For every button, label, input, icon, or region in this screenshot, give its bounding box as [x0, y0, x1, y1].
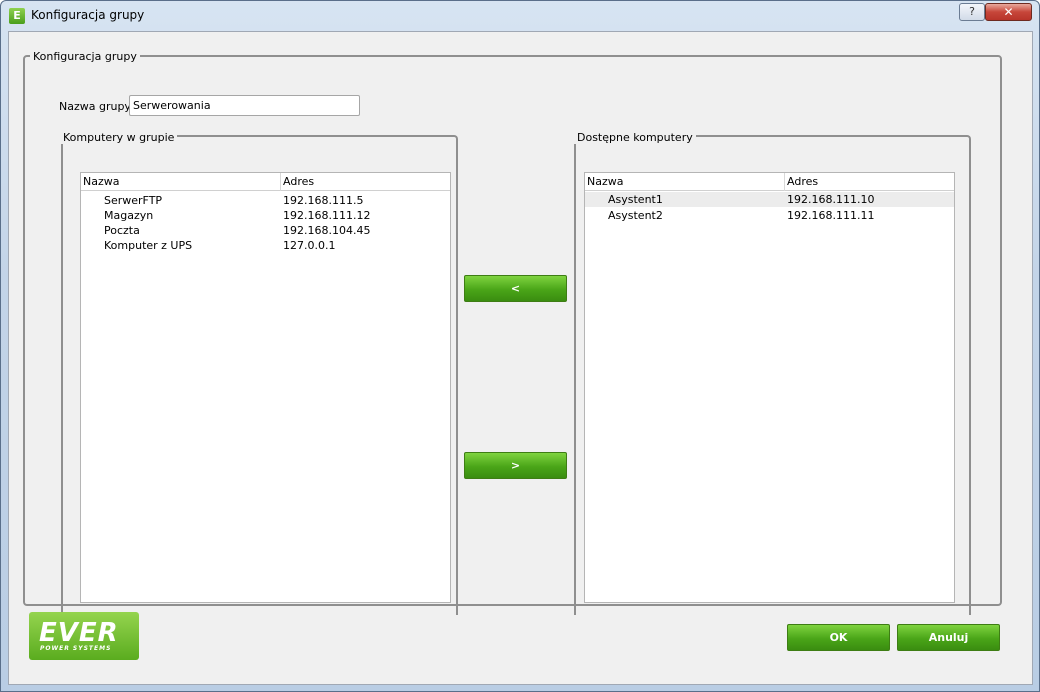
title-bar[interactable]: E Konfiguracja grupy ? ✕ — [1, 1, 1039, 31]
column-header-name[interactable]: Nazwa — [585, 173, 785, 191]
list-item-name: Poczta — [104, 224, 140, 237]
list-item-address: 127.0.0.1 — [283, 239, 336, 252]
close-button[interactable]: ✕ — [985, 3, 1032, 21]
ever-logo: EVER POWER SYSTEMS — [29, 612, 139, 660]
members-list[interactable]: Nazwa Adres SerwerFTP 192.168.111.5 Maga… — [80, 172, 451, 603]
list-item[interactable]: Asystent1 192.168.111.10 — [585, 192, 954, 207]
window-title: Konfiguracja grupy — [31, 8, 145, 22]
group-config-title: Konfiguracja grupy — [30, 50, 140, 63]
list-item-address: 192.168.111.11 — [787, 209, 875, 222]
list-item[interactable]: Asystent2 192.168.111.11 — [585, 208, 954, 223]
group-name-label: Nazwa grupy — [59, 100, 131, 113]
group-name-input[interactable] — [129, 95, 360, 116]
available-group-title: Dostępne komputery — [574, 131, 696, 144]
list-item-name: Komputer z UPS — [104, 239, 193, 252]
logo-text: EVER — [39, 618, 119, 648]
cancel-button[interactable]: Anuluj — [897, 624, 1000, 651]
remove-from-group-button[interactable]: > — [464, 452, 567, 479]
dialog-client-area: Konfiguracja grupy Nazwa grupy Komputery… — [8, 31, 1033, 685]
members-list-header: Nazwa Adres — [81, 173, 450, 191]
help-button[interactable]: ? — [959, 3, 985, 21]
available-list[interactable]: Nazwa Adres Asystent1 192.168.111.10 Asy… — [584, 172, 955, 603]
add-to-group-button[interactable]: < — [464, 275, 567, 302]
app-icon: E — [9, 8, 25, 24]
list-item-name: Asystent1 — [608, 193, 663, 206]
column-header-address[interactable]: Adres — [785, 173, 956, 191]
list-item-address: 192.168.111.10 — [787, 193, 875, 206]
logo-subtext: POWER SYSTEMS — [40, 645, 112, 652]
list-item[interactable]: Magazyn 192.168.111.12 — [81, 208, 450, 223]
dialog-window: E Konfiguracja grupy ? ✕ Konfiguracja gr… — [0, 0, 1040, 692]
column-header-address[interactable]: Adres — [281, 173, 452, 191]
list-item[interactable]: Poczta 192.168.104.45 — [81, 223, 450, 238]
list-item-name: Asystent2 — [608, 209, 663, 222]
list-item-name: Magazyn — [104, 209, 154, 222]
list-item[interactable]: Komputer z UPS 127.0.0.1 — [81, 238, 450, 253]
list-item-address: 192.168.104.45 — [283, 224, 371, 237]
column-header-name[interactable]: Nazwa — [81, 173, 281, 191]
list-item-address: 192.168.111.12 — [283, 209, 371, 222]
list-item-name: SerwerFTP — [104, 194, 163, 207]
ok-button[interactable]: OK — [787, 624, 890, 651]
list-item[interactable]: SerwerFTP 192.168.111.5 — [81, 193, 450, 208]
available-list-header: Nazwa Adres — [585, 173, 954, 191]
members-group-title: Komputery w grupie — [60, 131, 178, 144]
list-item-address: 192.168.111.5 — [283, 194, 364, 207]
